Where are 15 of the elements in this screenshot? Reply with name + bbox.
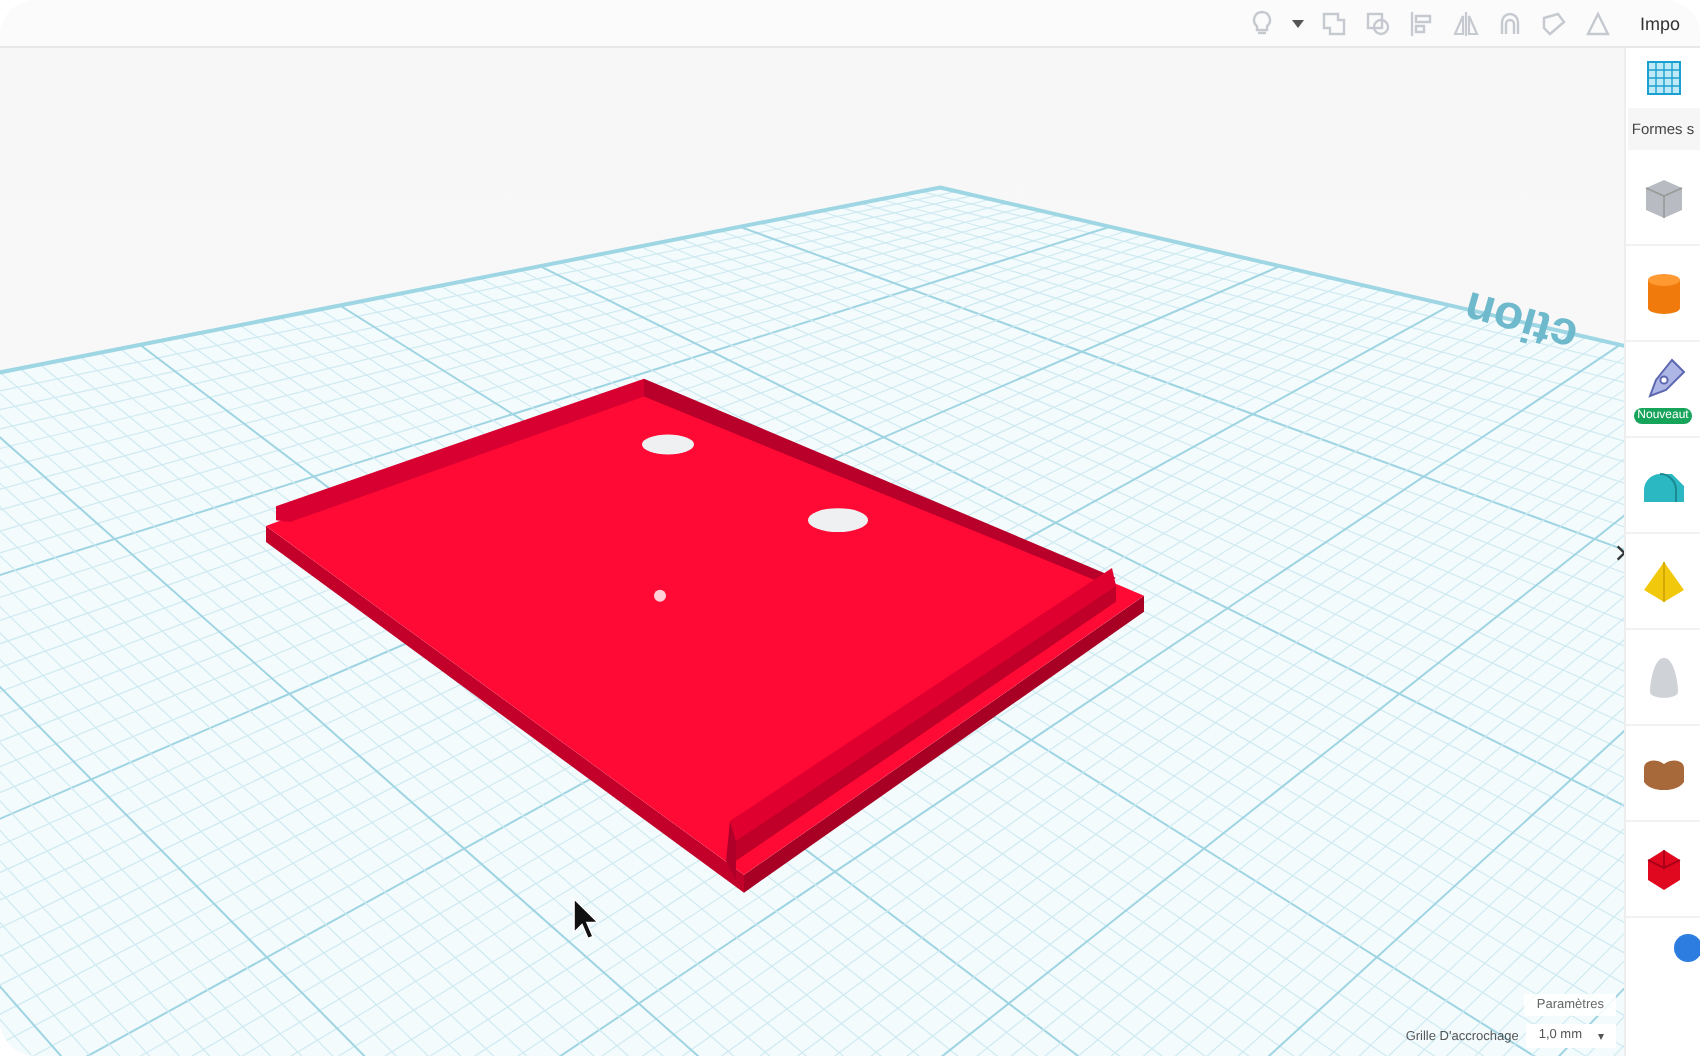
- chevron-right-icon[interactable]: [1616, 544, 1626, 562]
- grid-view-icon[interactable]: [1645, 60, 1681, 96]
- ungroup-icon[interactable]: [1364, 9, 1392, 37]
- import-button[interactable]: Impo: [1640, 13, 1700, 33]
- plate-model-drawing[interactable]: [266, 378, 1144, 893]
- triangle-icon[interactable]: [1584, 9, 1612, 37]
- lightbulb-icon[interactable]: [1248, 9, 1276, 37]
- mouse-cursor-icon: [573, 896, 600, 940]
- caret-icon[interactable]: [1292, 19, 1304, 27]
- workplane-label: ction: [1458, 279, 1584, 364]
- help-button[interactable]: [1673, 934, 1700, 962]
- align-icon[interactable]: [1408, 9, 1436, 37]
- pyramid-shape-icon[interactable]: [1639, 557, 1687, 605]
- mirror-icon[interactable]: [1452, 9, 1480, 37]
- group-icon[interactable]: [1320, 9, 1348, 37]
